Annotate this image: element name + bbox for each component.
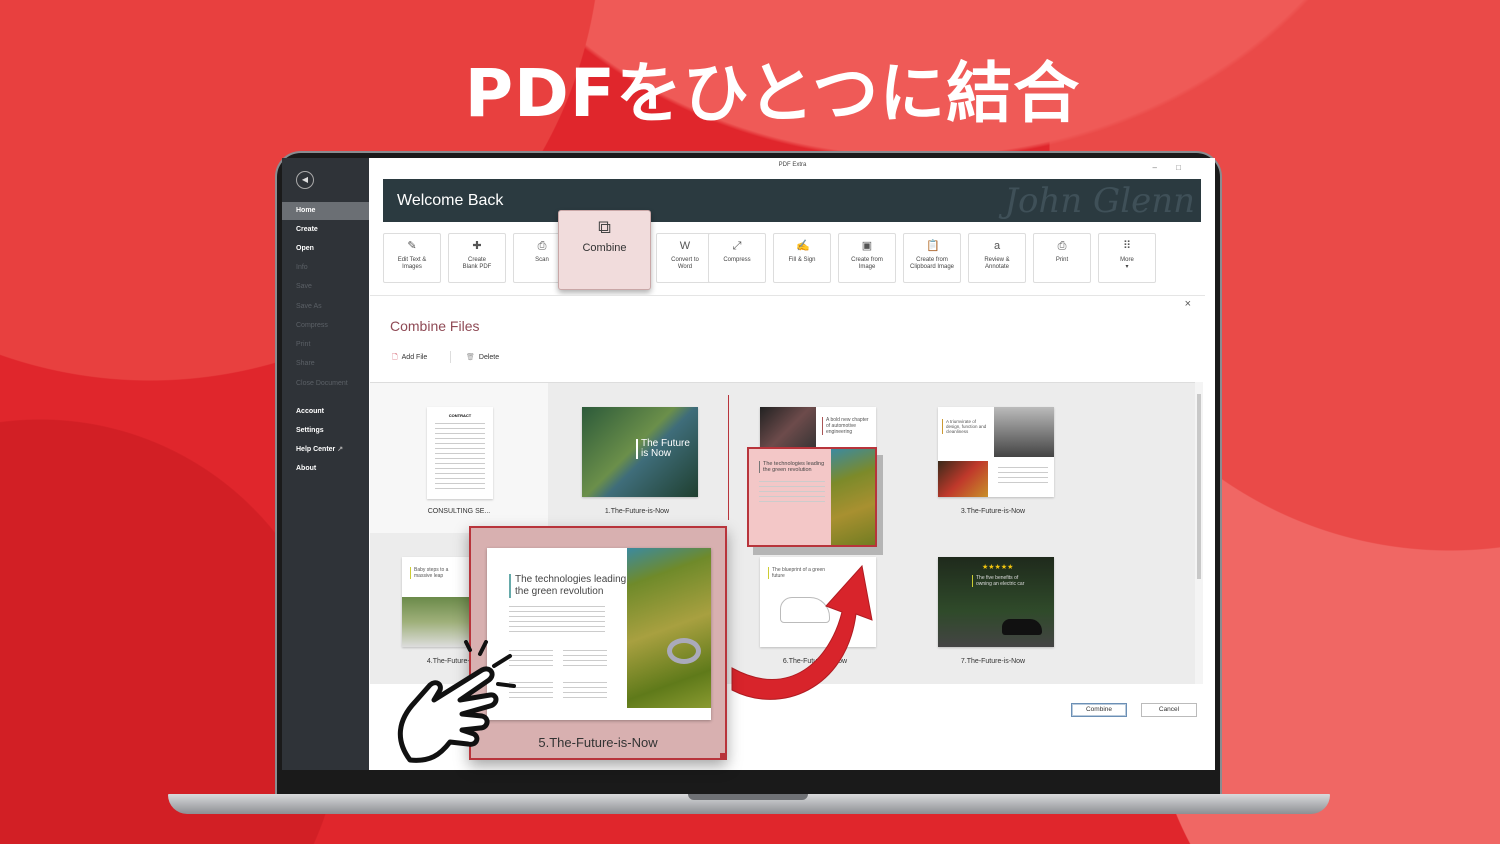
dragging-thumbnail: The technologies leading the green revol… bbox=[487, 548, 711, 720]
pointing-hand-icon bbox=[397, 640, 516, 763]
drag-arrow-icon bbox=[731, 564, 873, 700]
